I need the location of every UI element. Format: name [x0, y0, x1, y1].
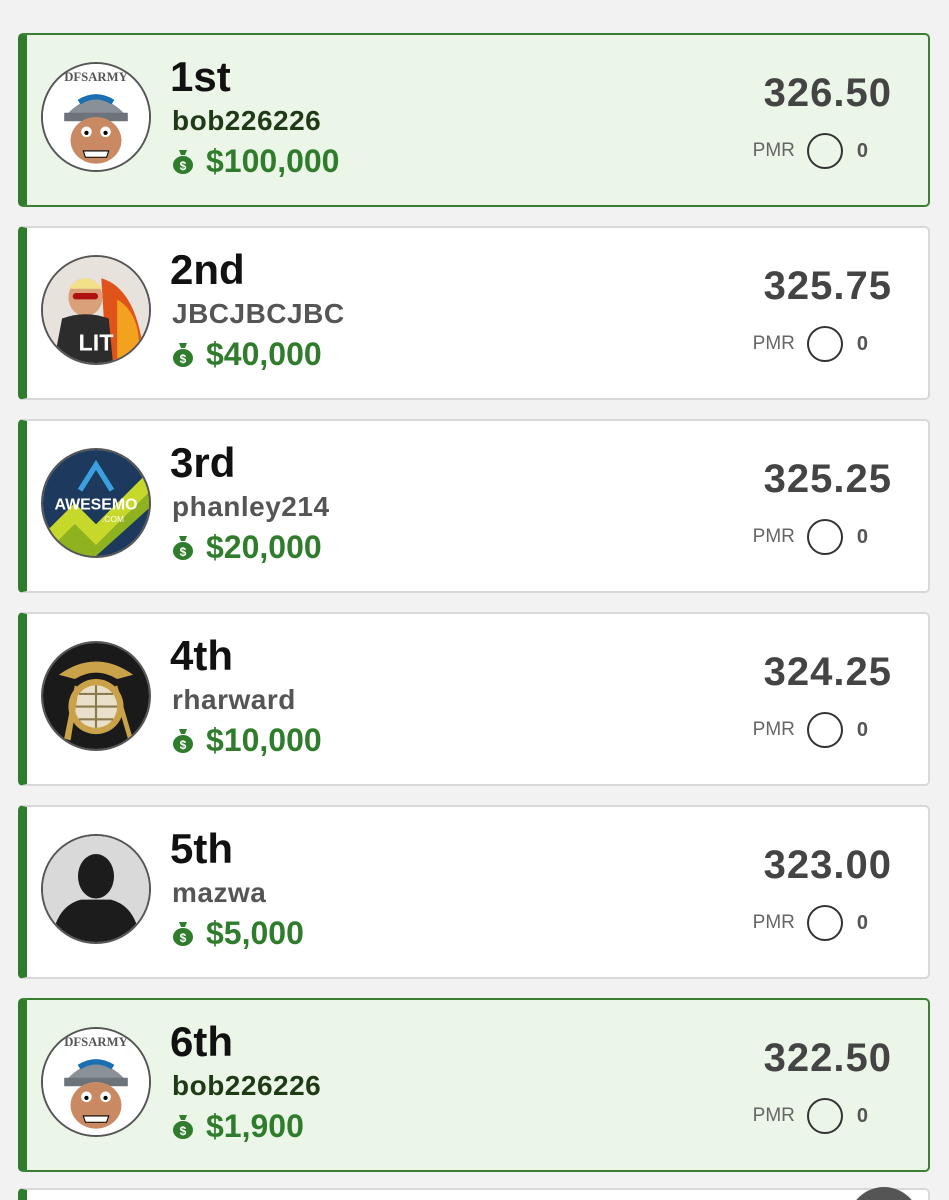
- username-link[interactable]: rharward: [172, 684, 296, 716]
- pmr-progress-circle-icon: [806, 905, 843, 941]
- prize-amount: $100,000: [206, 142, 340, 179]
- leaderboard-entry[interactable]: DFSARMY 6th bob226226 $ $1,900 322.50 PM…: [18, 998, 930, 1172]
- leaderboard-entry[interactable]: 5th mazwa $ $5,000 323.00 PMR 0: [18, 805, 930, 979]
- leaderboard-entry[interactable]: AWESEMO .COM 3rd phanley214 $ $20,000 32…: [18, 419, 930, 593]
- pmr-label: PMR: [752, 140, 795, 161]
- dfsarmy-avatar-icon: DFSARMY: [41, 62, 151, 172]
- svg-text:AWESEMO: AWESEMO: [54, 496, 137, 513]
- pmr-indicator: PMR 0: [753, 905, 868, 941]
- svg-text:$: $: [180, 931, 187, 945]
- prize-row: $ $1,900: [172, 1106, 304, 1146]
- pmr-value: 0: [856, 718, 868, 741]
- pmr-indicator: PMR 0: [753, 133, 868, 169]
- score-value: 322.50: [763, 1036, 892, 1080]
- username-link[interactable]: mazwa: [172, 877, 266, 909]
- pmr-progress-circle-icon: [806, 1098, 843, 1134]
- score-value: 323.00: [763, 843, 892, 887]
- prize-amount: $5,000: [206, 914, 304, 951]
- pmr-label: PMR: [752, 1105, 795, 1126]
- svg-text:DFSARMY: DFSARMY: [64, 70, 128, 84]
- svg-text:$: $: [180, 738, 187, 752]
- pmr-value: 0: [856, 1104, 868, 1127]
- prize-amount: $20,000: [206, 528, 322, 565]
- rank-label: 1st: [170, 53, 231, 100]
- pmr-indicator: PMR 0: [753, 326, 868, 362]
- pmr-indicator: PMR 0: [753, 1098, 868, 1134]
- svg-text:.COM: .COM: [102, 514, 124, 524]
- money-bag-icon: $: [173, 1115, 193, 1139]
- lit-avatar-icon: LIT: [41, 255, 151, 365]
- leaderboard-entry[interactable]: DFSARMY 1st bob226226 $ $100,000 326.50 …: [18, 33, 930, 207]
- pmr-label: PMR: [752, 526, 795, 547]
- pmr-value: 0: [856, 139, 868, 162]
- leaderboard-list: DFSARMY 1st bob226226 $ $100,000 326.50 …: [0, 0, 949, 1200]
- pmr-label: PMR: [752, 333, 795, 354]
- prize-amount: $40,000: [206, 335, 322, 372]
- rank-label: 2nd: [170, 246, 245, 293]
- money-bag-icon: $: [173, 343, 193, 367]
- pmr-indicator: PMR 0: [753, 712, 868, 748]
- svg-text:DFSARMY: DFSARMY: [64, 1035, 128, 1049]
- svg-text:$: $: [180, 352, 187, 366]
- money-bag-icon: $: [173, 150, 193, 174]
- pmr-value: 0: [856, 911, 868, 934]
- money-bag-icon: $: [173, 922, 193, 946]
- score-value: 324.25: [763, 650, 892, 694]
- leaderboard-entry[interactable]: 4th rharward $ $10,000 324.25 PMR 0: [18, 612, 930, 786]
- rank-label: 3rd: [170, 439, 236, 486]
- prize-row: $ $40,000: [172, 334, 322, 374]
- prize-amount: $10,000: [206, 721, 322, 758]
- prize-amount: $1,900: [206, 1107, 304, 1144]
- prize-row: $ $5,000: [172, 913, 304, 953]
- pmr-value: 0: [856, 525, 868, 548]
- svg-text:$: $: [180, 159, 187, 173]
- awesemo-avatar-icon: AWESEMO .COM: [41, 448, 151, 558]
- pmr-progress-circle-icon: [806, 519, 843, 555]
- money-bag-icon: $: [173, 729, 193, 753]
- username-link[interactable]: JBCJBCJBC: [172, 298, 345, 330]
- prize-row: $ $20,000: [172, 527, 322, 567]
- dfsarmy-avatar-icon: DFSARMY: [41, 1027, 151, 1137]
- prize-row: $ $10,000: [172, 720, 322, 760]
- pmr-value: 0: [856, 332, 868, 355]
- score-value: 325.75: [763, 264, 892, 308]
- money-bag-icon: $: [173, 536, 193, 560]
- username-link[interactable]: phanley214: [172, 491, 330, 523]
- score-value: 325.25: [763, 457, 892, 501]
- svg-text:LIT: LIT: [79, 329, 114, 355]
- pmr-progress-circle-icon: [806, 133, 843, 169]
- pmr-label: PMR: [752, 912, 795, 933]
- svg-text:$: $: [180, 545, 187, 559]
- username-link[interactable]: bob226226: [172, 105, 321, 137]
- pmr-progress-circle-icon: [806, 712, 843, 748]
- marine-emblem-avatar-icon: [41, 641, 151, 751]
- prize-row: $ $100,000: [172, 141, 339, 181]
- svg-text:$: $: [180, 1124, 187, 1138]
- leaderboard-entry-partial[interactable]: [18, 1188, 930, 1200]
- leaderboard-entry[interactable]: LIT 2nd JBCJBCJBC $ $40,000 325.75 PMR 0: [18, 226, 930, 400]
- pmr-label: PMR: [752, 719, 795, 740]
- score-value: 326.50: [763, 71, 892, 115]
- default-user-avatar-icon: [41, 834, 151, 944]
- rank-label: 6th: [170, 1018, 233, 1065]
- pmr-progress-circle-icon: [806, 326, 843, 362]
- username-link[interactable]: bob226226: [172, 1070, 321, 1102]
- rank-label: 4th: [170, 632, 233, 679]
- pmr-indicator: PMR 0: [753, 519, 868, 555]
- rank-label: 5th: [170, 825, 233, 872]
